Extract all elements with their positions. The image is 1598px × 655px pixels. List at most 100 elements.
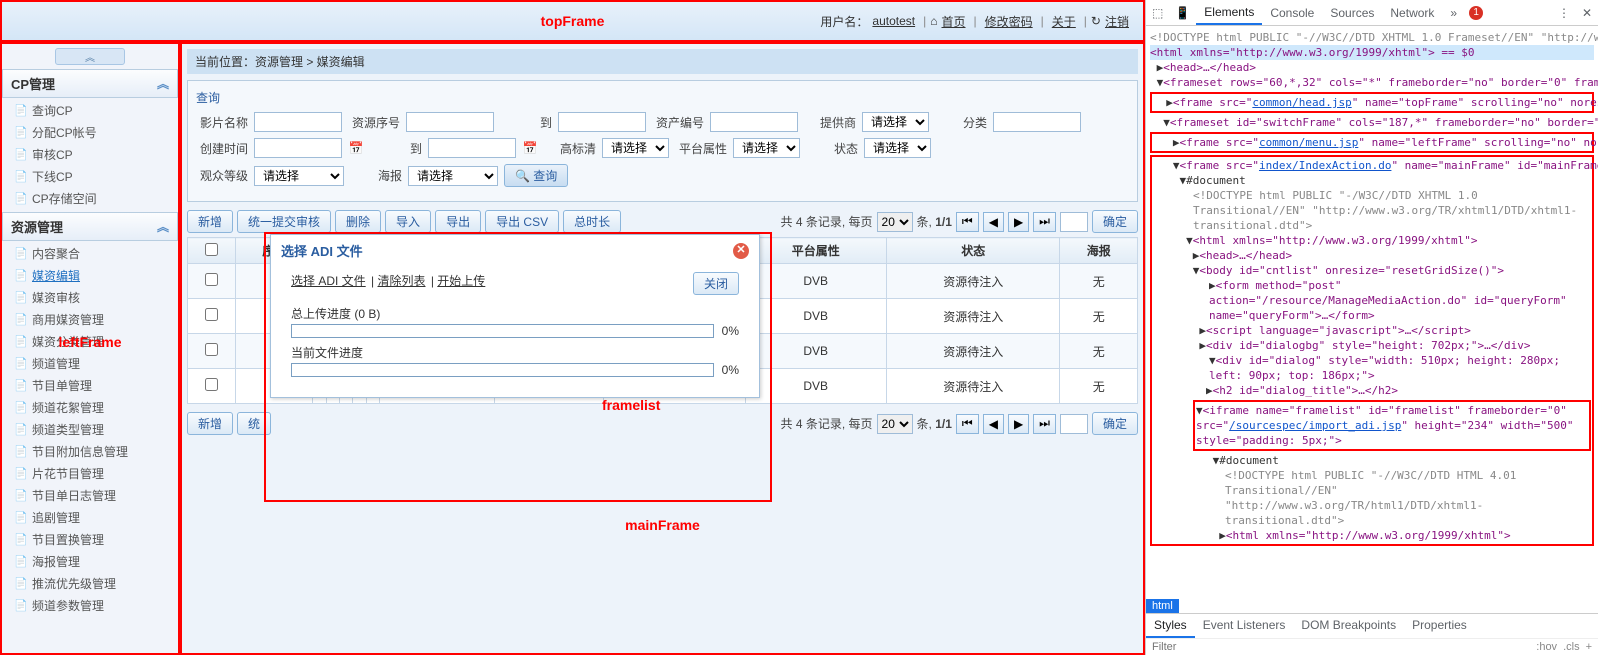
hd-select[interactable]: 请选择: [602, 138, 669, 158]
sidebar-item[interactable]: 媒资编辑: [2, 265, 178, 287]
go-button[interactable]: 确定: [1092, 412, 1138, 435]
sidebar-item[interactable]: 频道管理: [2, 353, 178, 375]
sidebar-item[interactable]: 媒资审核: [2, 287, 178, 309]
calendar-icon[interactable]: 📅: [522, 141, 538, 155]
close-icon[interactable]: ✕: [733, 243, 749, 259]
sidebar-item[interactable]: 追剧管理: [2, 507, 178, 529]
seq-to-input[interactable]: [558, 112, 646, 132]
poster-select[interactable]: 请选择: [408, 166, 498, 186]
prev-page-button[interactable]: ◀: [983, 212, 1004, 232]
search-button[interactable]: 🔍 查询: [504, 164, 568, 187]
toolbar-button[interactable]: 统一提交审核: [237, 210, 331, 233]
seq-from-input[interactable]: [406, 112, 494, 132]
tab-dombreakpoints[interactable]: DOM Breakpoints: [1293, 614, 1404, 638]
tab-sources[interactable]: Sources: [1322, 2, 1382, 24]
sidebar-item[interactable]: 片花节目管理: [2, 463, 178, 485]
toolbar-button[interactable]: 新增: [187, 210, 233, 233]
prev-page-button[interactable]: ◀: [983, 414, 1004, 434]
sidebar-item[interactable]: 分配CP帐号: [2, 122, 178, 144]
tab-elements[interactable]: Elements: [1196, 1, 1262, 25]
next-page-button[interactable]: ▶: [1008, 212, 1029, 232]
tab-console[interactable]: Console: [1262, 2, 1322, 24]
go-button[interactable]: 确定: [1092, 210, 1138, 233]
last-page-button[interactable]: ⏭: [1033, 414, 1056, 434]
sidebar-section[interactable]: CP管理︽: [2, 69, 178, 98]
tab-styles[interactable]: Styles: [1146, 614, 1195, 638]
audience-select[interactable]: 请选择: [254, 166, 344, 186]
pagesize-select[interactable]: 20: [877, 414, 913, 434]
row-checkbox[interactable]: [205, 378, 218, 391]
sidebar-item[interactable]: 海报管理: [2, 551, 178, 573]
first-page-button[interactable]: ⏮: [956, 414, 979, 434]
sidebar-item[interactable]: 推流优先级管理: [2, 573, 178, 595]
about-link[interactable]: 关于: [1052, 13, 1076, 30]
toolbar-button[interactable]: 导入: [385, 210, 431, 233]
tab-eventlisteners[interactable]: Event Listeners: [1195, 614, 1294, 638]
clear-list-link[interactable]: 清除列表: [377, 274, 425, 288]
toolbar-button[interactable]: 删除: [335, 210, 381, 233]
collapse-up-button[interactable]: ︽: [55, 48, 125, 65]
last-page-button[interactable]: ⏭: [1033, 212, 1056, 232]
settings-icon[interactable]: ⋮: [1552, 2, 1576, 24]
sidebar-item[interactable]: 频道花絮管理: [2, 397, 178, 419]
sidebar-item[interactable]: 频道类型管理: [2, 419, 178, 441]
createtime-from-input[interactable]: [254, 138, 342, 158]
home-link[interactable]: 首页: [942, 13, 966, 30]
category-input[interactable]: [993, 112, 1081, 132]
row-checkbox[interactable]: [205, 273, 218, 286]
dom-tree[interactable]: <!DOCTYPE html PUBLIC "-//W3C//DTD XHTML…: [1146, 26, 1598, 598]
page-input[interactable]: [1060, 414, 1088, 434]
tab-properties[interactable]: Properties: [1404, 614, 1475, 638]
page-input[interactable]: [1060, 212, 1088, 232]
hov-toggle[interactable]: :hov: [1536, 641, 1557, 653]
next-page-button[interactable]: ▶: [1008, 414, 1029, 434]
select-all-checkbox[interactable]: [205, 243, 218, 256]
html-badge[interactable]: html: [1146, 599, 1179, 613]
logout-link[interactable]: 注销: [1105, 13, 1129, 30]
sidebar-item[interactable]: 节目单日志管理: [2, 485, 178, 507]
createtime-to-input[interactable]: [428, 138, 516, 158]
row-checkbox[interactable]: [205, 343, 218, 356]
row-checkbox[interactable]: [205, 308, 218, 321]
toolbar-button[interactable]: 总时长: [563, 210, 621, 233]
device-icon[interactable]: 📱: [1169, 2, 1196, 24]
changepwd-link[interactable]: 修改密码: [985, 13, 1033, 30]
cls-toggle[interactable]: .cls: [1563, 641, 1580, 653]
toolbar-button[interactable]: 导出: [435, 210, 481, 233]
sidebar-item[interactable]: 下线CP: [2, 166, 178, 188]
platform-select[interactable]: 请选择: [733, 138, 800, 158]
tab-network[interactable]: Network: [1382, 2, 1442, 24]
start-upload-link[interactable]: 开始上传: [437, 274, 485, 288]
filter-input[interactable]: [1152, 641, 1530, 653]
sidebar-item[interactable]: 频道参数管理: [2, 595, 178, 617]
pagesize-select[interactable]: 20: [877, 212, 913, 232]
sidebar-item[interactable]: 商用媒资管理: [2, 309, 178, 331]
provider-select[interactable]: 请选择: [862, 112, 929, 132]
inspect-icon[interactable]: ⬚: [1146, 2, 1169, 24]
asset-input[interactable]: [710, 112, 798, 132]
more-tabs[interactable]: »: [1442, 2, 1465, 24]
label-status: 状态: [806, 140, 858, 157]
sidebar-item[interactable]: 审核CP: [2, 144, 178, 166]
sidebar-item[interactable]: 内容聚合: [2, 243, 178, 265]
label-poster: 海报: [350, 167, 402, 184]
name-input[interactable]: [254, 112, 342, 132]
status-select[interactable]: 请选择: [864, 138, 931, 158]
sidebar-item[interactable]: 节目单管理: [2, 375, 178, 397]
toolbar-button[interactable]: 导出 CSV: [485, 210, 559, 233]
sidebar-item[interactable]: CP存储空间: [2, 188, 178, 210]
select-adi-link[interactable]: 选择 ADI 文件: [291, 274, 366, 288]
sidebar-item[interactable]: 查询CP: [2, 100, 178, 122]
close-button[interactable]: 关闭: [693, 272, 739, 295]
toolbar-button[interactable]: 新增: [187, 412, 233, 435]
add-rule-icon[interactable]: +: [1586, 641, 1592, 653]
user-link[interactable]: autotest: [872, 14, 915, 28]
error-badge[interactable]: 1: [1469, 6, 1483, 20]
sidebar-section[interactable]: 资源管理︽: [2, 212, 178, 241]
sidebar-item[interactable]: 节目置换管理: [2, 529, 178, 551]
first-page-button[interactable]: ⏮: [956, 212, 979, 232]
home-icon: ⌂: [930, 14, 937, 28]
calendar-icon[interactable]: 📅: [348, 141, 364, 155]
sidebar-item[interactable]: 节目附加信息管理: [2, 441, 178, 463]
close-devtools-icon[interactable]: ✕: [1576, 2, 1598, 24]
